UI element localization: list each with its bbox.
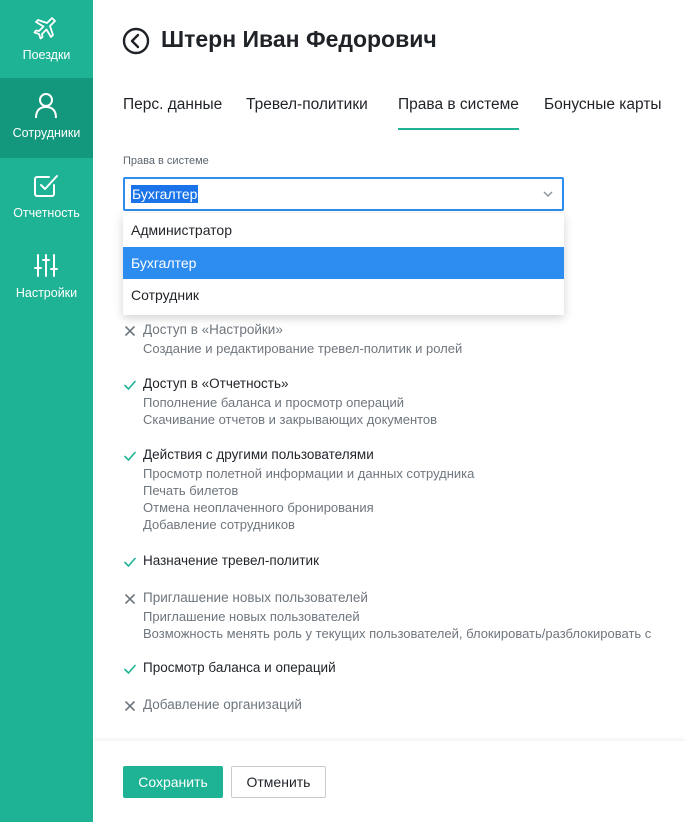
main-content: Штерн Иван Федорович Перс. данные Тревел… bbox=[93, 0, 685, 822]
permission-detail: Скачивание отчетов и закрывающих докумен… bbox=[143, 412, 438, 427]
sidebar-item-reports[interactable]: Отчетность bbox=[0, 158, 93, 238]
save-button[interactable]: Сохранить bbox=[123, 766, 223, 798]
permission-detail: Добавление сотрудников bbox=[143, 517, 295, 532]
permission-title: Действия с другими пользователями bbox=[143, 447, 374, 462]
permission-item: Приглашение новых пользователей Приглашен… bbox=[123, 590, 685, 642]
permission-title: Назначение тревел-политик bbox=[143, 553, 319, 568]
sidebar-item-label: Отчетность bbox=[13, 206, 80, 220]
rights-dropdown: Администратор Бухгалтер Сотрудник bbox=[123, 213, 564, 315]
sliders-icon bbox=[34, 254, 58, 277]
check-icon bbox=[124, 380, 136, 391]
permission-header: Добавление организаций bbox=[123, 697, 685, 715]
permission-header: Доступ в «Настройки» bbox=[123, 322, 685, 340]
permission-detail: Просмотр полетной информации и данных со… bbox=[143, 466, 475, 481]
permission-detail: Печать билетов bbox=[143, 483, 239, 498]
page-title: Штерн Иван Федорович bbox=[161, 26, 437, 52]
footer-bar: Сохранить Отменить bbox=[93, 741, 685, 822]
permission-title: Добавление организаций bbox=[143, 697, 302, 712]
sidebar-item-settings[interactable]: Настройки bbox=[0, 238, 93, 318]
cross-icon bbox=[125, 326, 135, 336]
back-circle-icon[interactable] bbox=[122, 27, 150, 55]
permission-header: Действия с другими пользователями bbox=[123, 447, 685, 465]
permission-title: Просмотр баланса и операций bbox=[143, 660, 336, 675]
permission-item: Доступ в «Отчетность» Пополнение баланса … bbox=[123, 376, 685, 428]
permission-detail: Пополнение баланса и просмотр операций bbox=[143, 395, 405, 410]
permission-title: Доступ в «Настройки» bbox=[143, 322, 283, 337]
check-square-icon bbox=[34, 175, 58, 197]
rights-field-label: Права в системе bbox=[123, 155, 209, 167]
cross-icon bbox=[125, 594, 135, 604]
check-icon bbox=[124, 451, 136, 462]
cancel-button[interactable]: Отменить bbox=[231, 766, 326, 798]
permission-detail: Возможность менять роль у текущих пользо… bbox=[143, 626, 652, 641]
dropdown-option-accountant[interactable]: Бухгалтер bbox=[123, 247, 564, 279]
permission-item: Назначение тревел-политик bbox=[123, 553, 685, 571]
permission-header: Доступ в «Отчетность» bbox=[123, 376, 685, 394]
sidebar: Поездки Сотрудники Отчетность Настройки bbox=[0, 0, 93, 822]
permission-title: Приглашение новых пользователей bbox=[143, 590, 368, 605]
sidebar-item-trips[interactable]: Поездки bbox=[0, 0, 93, 80]
permission-detail: Создание и редактирование тревел-политик… bbox=[143, 341, 463, 356]
permission-detail: Отмена неоплаченного бронирования bbox=[143, 500, 374, 515]
sidebar-item-employees[interactable]: Сотрудники bbox=[0, 78, 93, 158]
permission-header: Просмотр баланса и операций bbox=[123, 660, 685, 678]
cross-icon bbox=[125, 701, 135, 711]
tab-system-rights[interactable]: Права в системе bbox=[398, 96, 519, 130]
permission-header: Назначение тревел-политик bbox=[123, 553, 685, 571]
sidebar-item-label: Настройки bbox=[15, 286, 78, 300]
rights-select-value: Бухгалтер bbox=[131, 185, 199, 203]
tab-travel-policies[interactable]: Тревел-политики bbox=[246, 96, 368, 130]
permission-item: Просмотр баланса и операций bbox=[123, 660, 685, 678]
chevron-down-icon bbox=[543, 191, 553, 197]
permission-detail: Приглашение новых пользователей bbox=[143, 609, 360, 624]
sidebar-item-label: Сотрудники bbox=[12, 126, 81, 140]
permission-title: Доступ в «Отчетность» bbox=[143, 376, 289, 391]
permission-item: Доступ в «Настройки» Создание и редактиро… bbox=[123, 322, 685, 357]
check-icon bbox=[124, 664, 136, 675]
permission-header: Приглашение новых пользователей bbox=[123, 590, 685, 608]
tab-bonus-cards[interactable]: Бонусные карты bbox=[544, 96, 662, 130]
tab-personal-data[interactable]: Перс. данные bbox=[123, 96, 222, 130]
plane-icon bbox=[33, 17, 56, 40]
sidebar-item-label: Поездки bbox=[22, 48, 71, 62]
permission-item: Действия с другими пользователями Просмот… bbox=[123, 447, 685, 533]
dropdown-option-admin[interactable]: Администратор bbox=[123, 214, 564, 246]
tab-bar: Перс. данные Тревел-политики Права в сис… bbox=[123, 96, 685, 136]
dropdown-option-employee[interactable]: Сотрудник bbox=[123, 279, 564, 311]
user-icon bbox=[35, 93, 57, 119]
rights-select[interactable]: Бухгалтер bbox=[123, 177, 564, 211]
check-icon bbox=[124, 557, 136, 568]
permission-item: Добавление организаций bbox=[123, 697, 685, 715]
